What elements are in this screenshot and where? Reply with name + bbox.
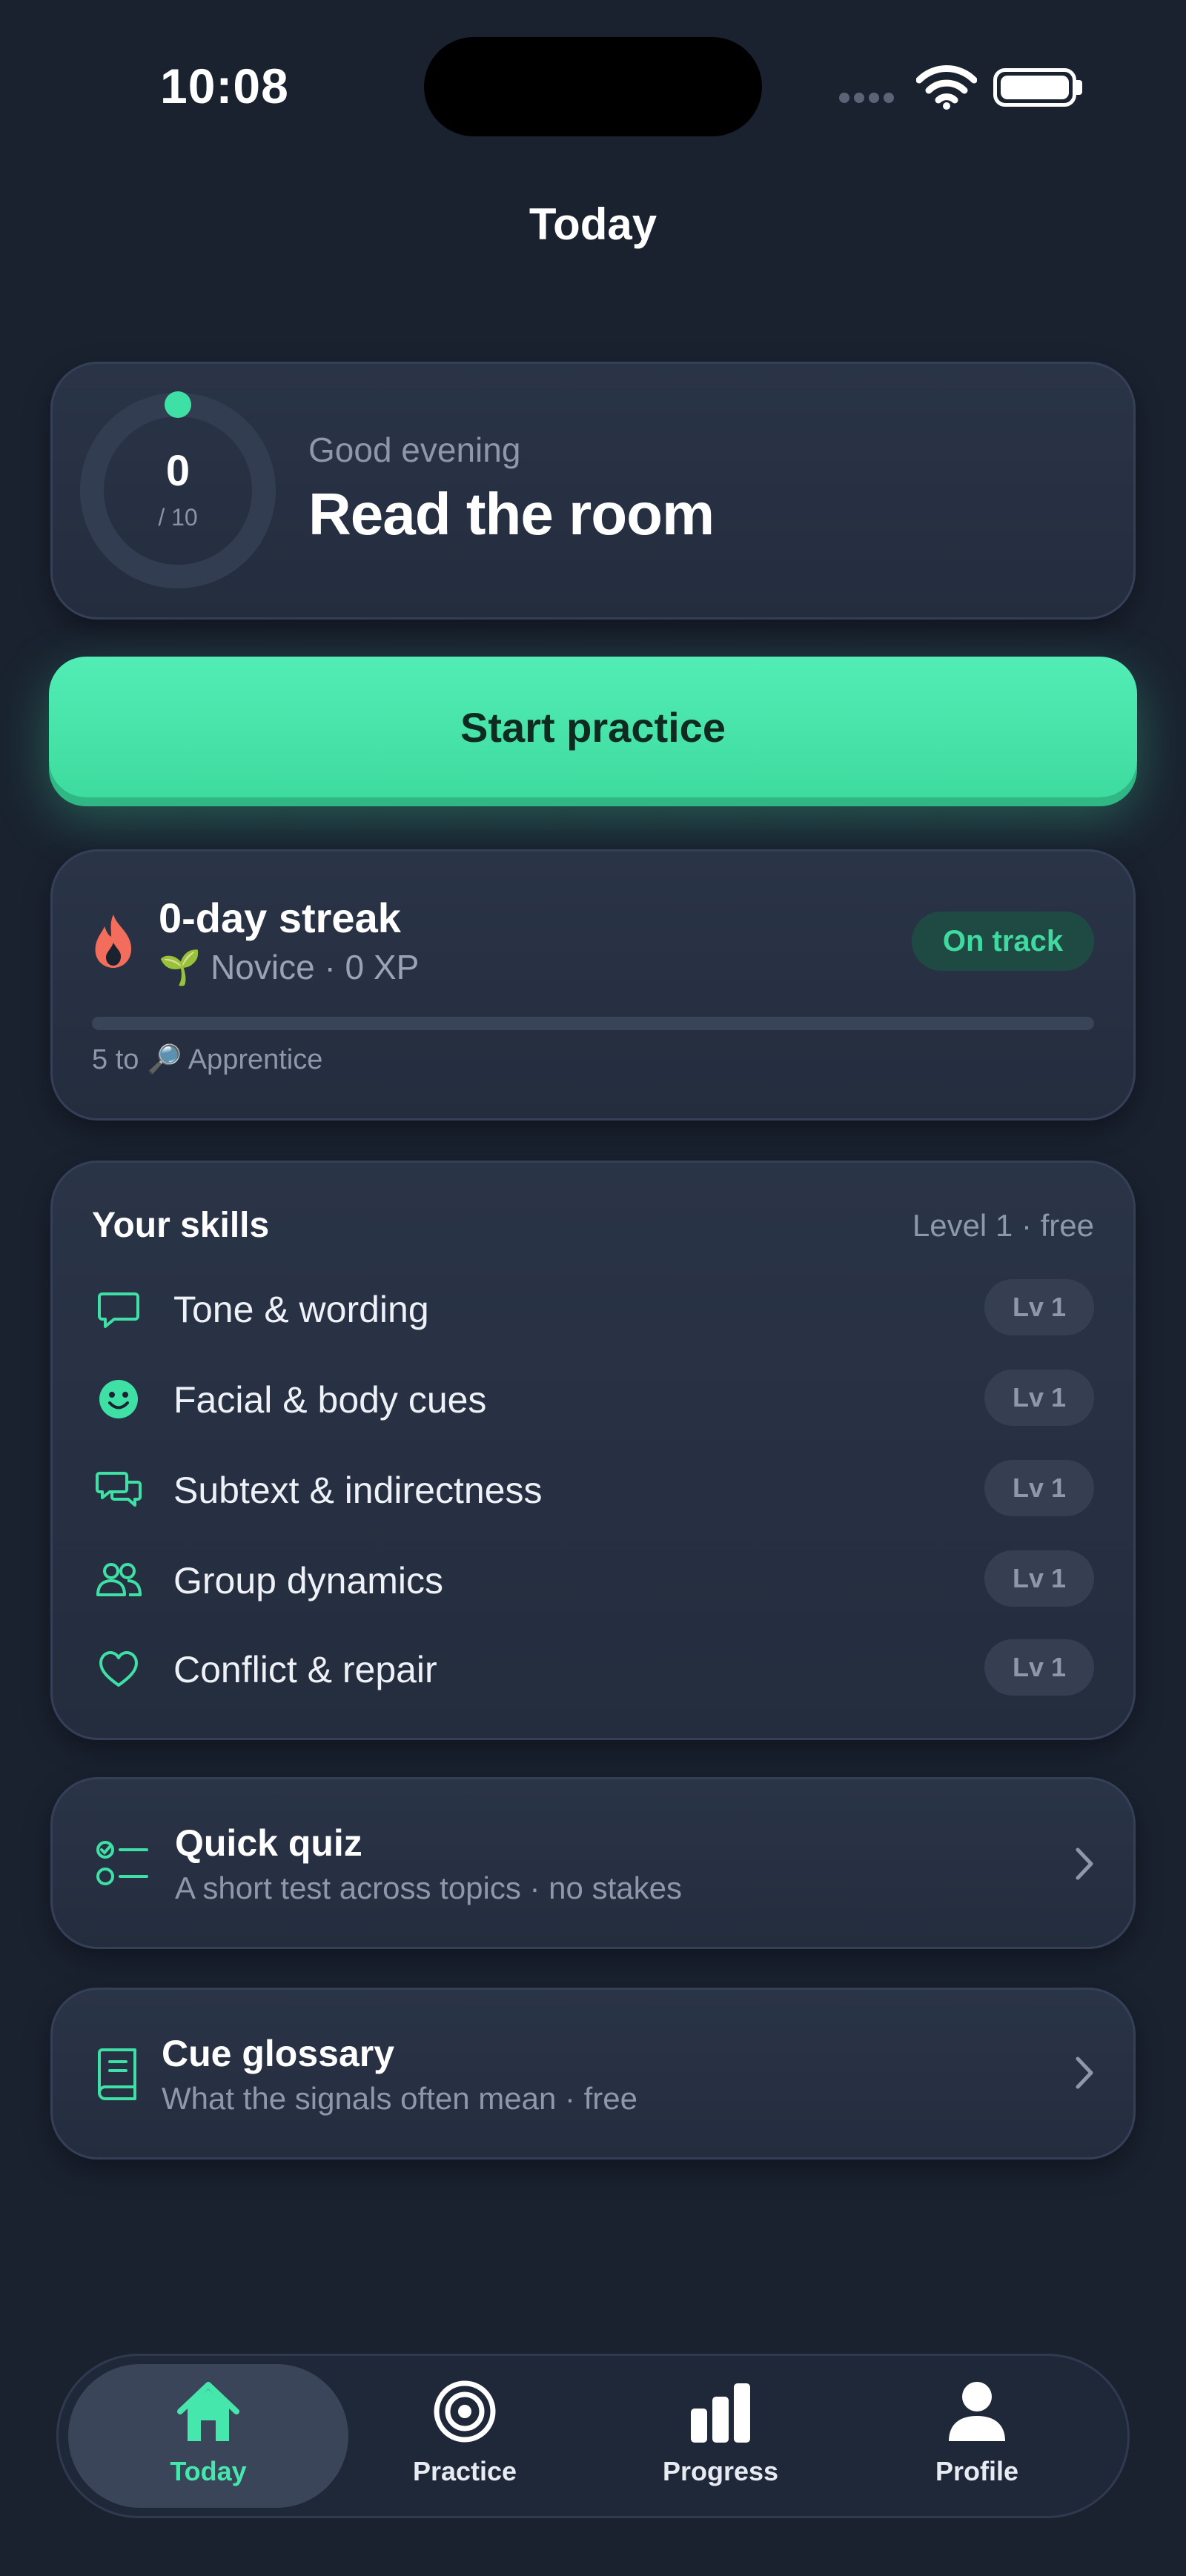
start-practice-button[interactable]: Start practice: [49, 657, 1137, 797]
skill-item-group[interactable]: Group dynamics Lv 1: [92, 1546, 1094, 1613]
tab-label: Profile: [935, 2456, 1019, 2486]
skill-level-badge: Lv 1: [984, 1370, 1094, 1426]
skill-level-badge: Lv 1: [984, 1279, 1094, 1335]
skill-level-badge: Lv 1: [984, 1460, 1094, 1516]
skill-level-badge: Lv 1: [984, 1639, 1094, 1696]
skill-item-tone[interactable]: Tone & wording Lv 1: [92, 1275, 1094, 1341]
status-badge: On track: [912, 912, 1094, 971]
seedling-icon: 🌱: [159, 948, 202, 986]
cue-glossary-subtitle: What the signals often mean · free: [162, 2081, 637, 2116]
streak-rank: 🌱 Novice · 0 XP: [159, 947, 419, 988]
heart-icon: [99, 1651, 138, 1687]
speech-bubble-icon: [98, 1292, 139, 1328]
next-level-text: 5 to 🔎 Apprentice: [92, 1044, 323, 1075]
skill-item-facial[interactable]: Facial & body cues Lv 1: [92, 1365, 1094, 1432]
tab-today[interactable]: Today: [105, 2379, 312, 2497]
quick-quiz-subtitle: A short test across topics · no stakes: [175, 1870, 682, 1905]
tab-practice[interactable]: Practice: [361, 2379, 569, 2497]
daily-goal-ring-indicator: [165, 391, 191, 418]
dynamic-island: [424, 37, 762, 136]
skill-label: Facial & body cues: [173, 1379, 487, 1421]
book-icon: [98, 2048, 136, 2100]
daily-goal-count: 0: [165, 447, 191, 495]
skill-label: Conflict & repair: [173, 1649, 437, 1690]
flame-icon: [95, 914, 132, 968]
greeting-text: Good evening: [308, 431, 521, 469]
tab-progress[interactable]: Progress: [617, 2379, 824, 2497]
quick-quiz-title: Quick quiz: [175, 1822, 362, 1864]
level-progress-bar: [92, 1017, 1094, 1030]
skill-item-subtext[interactable]: Subtext & indirectness Lv 1: [92, 1455, 1094, 1522]
tab-profile[interactable]: Profile: [873, 2379, 1081, 2497]
status-time: 10:08: [160, 59, 289, 113]
people-icon: [96, 1563, 142, 1596]
skill-label: Group dynamics: [173, 1560, 444, 1601]
skill-label: Subtext & indirectness: [173, 1470, 543, 1511]
cue-glossary-title: Cue glossary: [162, 2033, 395, 2074]
battery-nub: [1076, 80, 1082, 95]
hero-title: Read the room: [308, 481, 715, 547]
rank-text: Novice · 0 XP: [211, 948, 420, 986]
tab-label: Progress: [662, 2456, 779, 2486]
chevron-right-icon: [1076, 1848, 1093, 1880]
target-icon: [434, 2380, 496, 2443]
person-icon: [949, 2382, 1005, 2441]
wifi-icon: [916, 65, 977, 110]
cellular-signal-icon: [839, 93, 898, 107]
skill-level-badge: Lv 1: [984, 1550, 1094, 1607]
skills-title: Your skills: [92, 1206, 270, 1245]
battery-icon: [993, 68, 1076, 107]
skills-level-info: Level 1 · free: [912, 1208, 1094, 1243]
skill-label: Tone & wording: [173, 1289, 429, 1330]
tab-label: Today: [170, 2456, 247, 2486]
daily-goal-total: / 10: [158, 504, 198, 531]
home-icon: [177, 2382, 239, 2441]
skill-item-conflict[interactable]: Conflict & repair Lv 1: [92, 1635, 1094, 1702]
two-bubbles-icon: [96, 1472, 142, 1507]
bar-chart-icon: [691, 2383, 750, 2443]
page-title: Today: [529, 199, 657, 249]
checklist-icon: [96, 1841, 148, 1885]
streak-title: 0-day streak: [159, 894, 401, 941]
smiley-face-icon: [99, 1380, 138, 1418]
chevron-right-icon: [1076, 2057, 1093, 2089]
tab-label: Practice: [412, 2456, 517, 2486]
